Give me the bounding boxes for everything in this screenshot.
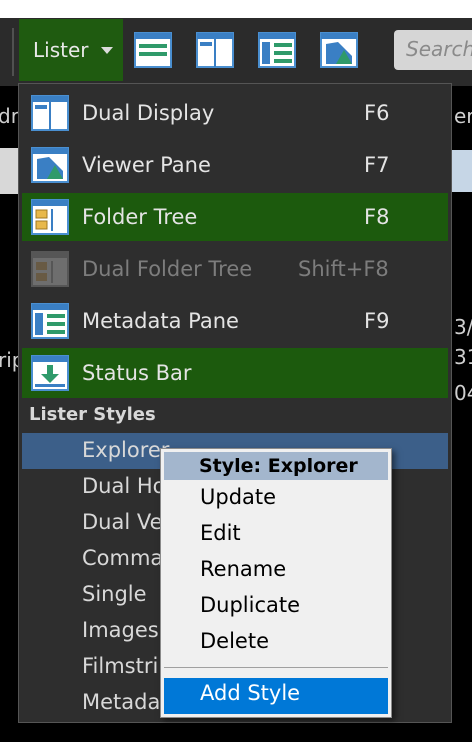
menu-item-label: Folder Tree [82,205,198,229]
section-header-lister-styles: Lister Styles [29,404,156,425]
style-item-label: Dual Ve [82,510,163,534]
menu-item-label: Status Bar [82,361,192,385]
dual-display-icon[interactable] [196,32,234,68]
dual-folder-tree-icon [31,251,69,287]
chevron-down-icon [100,46,113,54]
style-item-label: Single [82,582,147,606]
menu-item-shortcut: Shift+F8 [298,257,389,281]
context-item-delete[interactable]: Delete [164,626,388,662]
folder-tree-icon [31,199,69,235]
menu-item-viewer-pane[interactable]: Viewer Pane F7 [22,141,448,189]
menu-item-shortcut: F9 [364,309,390,333]
background-fragment: erti [454,104,472,128]
context-item-add-style[interactable]: Add Style [164,678,388,714]
context-item-rename[interactable]: Rename [164,554,388,590]
context-item-duplicate[interactable]: Duplicate [164,590,388,626]
metadata-pane-icon [31,303,69,339]
style-item-label: Metada [82,690,161,714]
lister-label: Lister [33,38,89,62]
menu-item-shortcut: F8 [364,205,390,229]
background-fragment: 3/ [454,315,472,339]
viewer-pane-icon [31,147,69,183]
background-row-highlight [0,148,18,194]
menu-item-status-bar[interactable]: Status Bar [22,348,448,398]
menu-item-metadata-pane[interactable]: Metadata Pane F9 [22,297,448,345]
style-item-label: Images [82,618,159,642]
menu-item-folder-tree[interactable]: Folder Tree F8 [22,193,448,241]
context-menu-title: Style: Explorer [164,452,388,480]
single-display-icon[interactable] [134,32,172,68]
style-item-label: Explorer [82,438,170,462]
status-bar-icon [31,355,69,391]
context-menu-separator [164,667,388,668]
style-context-menu: Style: Explorer Update Edit Rename Dupli… [160,448,392,718]
background-fragment: 04/ [454,381,472,405]
menu-item-dual-display[interactable]: Dual Display F6 [22,89,448,137]
menu-item-label: Dual Folder Tree [82,257,253,281]
menu-item-label: Metadata Pane [82,309,239,333]
menu-item-shortcut: F7 [364,153,390,177]
style-item-label: Comma [82,546,164,570]
toolbar-separator [12,28,14,76]
lister-menu-button[interactable]: Lister [19,19,123,81]
menu-item-dual-folder-tree: Dual Folder Tree Shift+F8 [22,245,448,293]
style-item-label: Filmstrip [82,654,172,678]
metadata-pane-icon[interactable] [258,32,296,68]
menu-item-label: Dual Display [82,101,215,125]
title-bar-strip [0,0,472,18]
background-fragment: 31 [454,345,472,369]
menu-item-shortcut: F6 [364,101,390,125]
context-item-update[interactable]: Update [164,482,388,518]
viewer-pane-icon[interactable] [320,32,358,68]
dual-display-icon [31,95,69,131]
style-item-label: Dual Ho [82,474,166,498]
background-row-highlight [452,150,472,192]
menu-item-label: Viewer Pane [82,153,211,177]
search-input[interactable]: Search [394,30,472,70]
context-item-edit[interactable]: Edit [164,518,388,554]
